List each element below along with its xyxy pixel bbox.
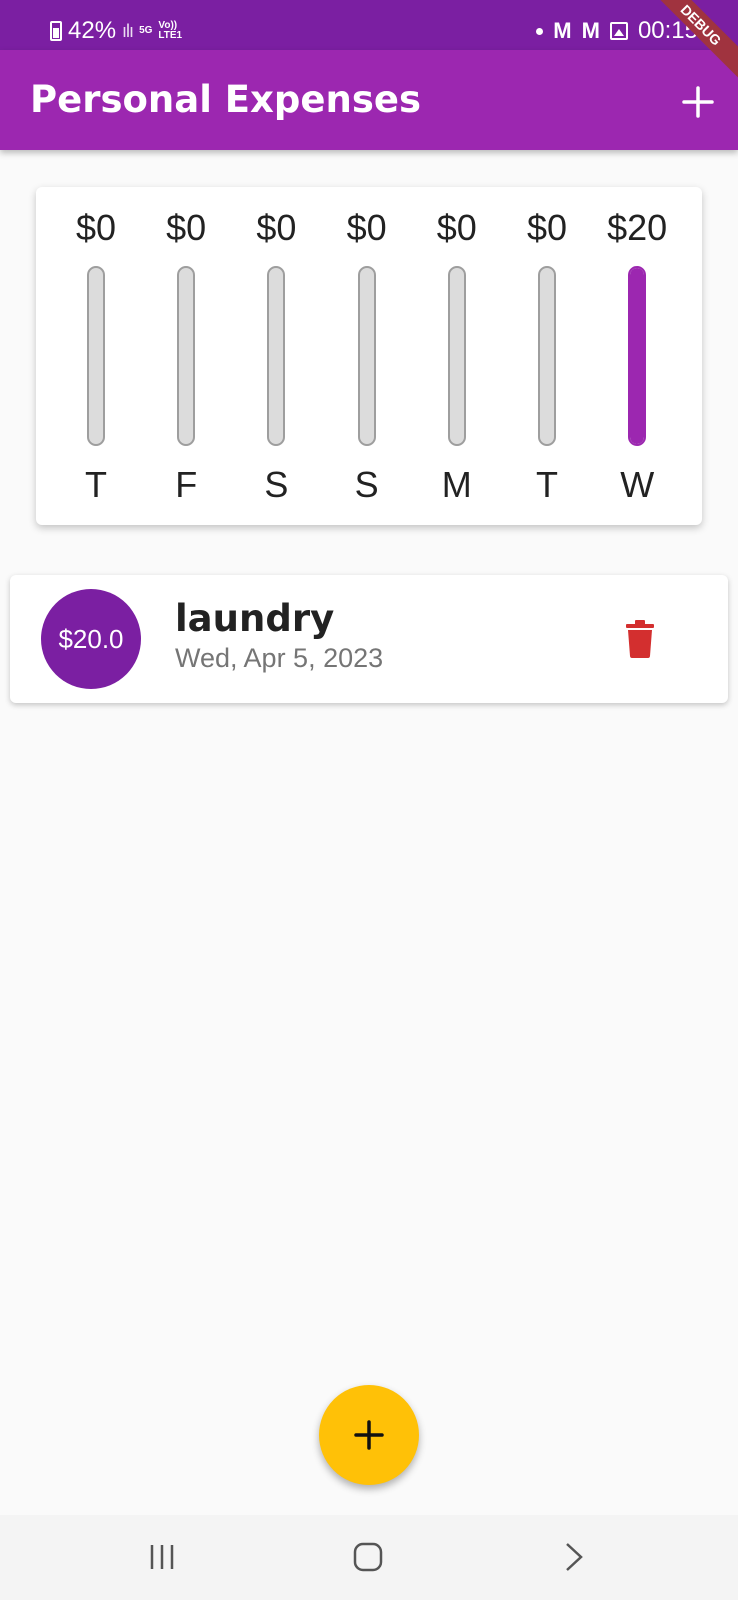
bar-track [357,266,376,446]
back-icon [566,1543,583,1571]
chart-bar-column: $0 T [502,187,592,525]
transaction-title: laundry [175,597,335,640]
plus-icon [354,1420,384,1450]
bar-track [628,266,647,446]
bar-day-label: W [620,464,655,505]
bar-amount-label: $0 [256,207,297,248]
home-button[interactable] [338,1535,398,1579]
status-bar: 42% ılı 5G Vo)) LTE1 M M 00:15 [0,0,738,50]
bar-amount-label: $0 [346,207,387,248]
chart-bar-column: $0 F [141,187,231,525]
add-fab-button[interactable] [319,1385,419,1485]
bar-day-label: S [354,464,379,505]
transaction-date: Wed, Apr 5, 2023 [175,643,384,673]
lte-label: LTE1 [158,30,183,41]
page-title: Personal Expenses [30,78,421,121]
home-icon [353,1542,383,1572]
network-5g-icon: 5G [139,26,152,36]
bar-fill [630,268,645,444]
recent-apps-button[interactable] [132,1535,192,1579]
bar-amount-label: $0 [436,207,477,248]
amount-label: $20.0 [58,623,124,654]
network-type: 5G [139,25,153,36]
app-bar: Personal Expenses [0,50,738,150]
signal-icon: ılı [122,20,134,41]
bar-amount-label: $0 [166,207,207,248]
status-left: 42% ılı 5G Vo)) LTE1 [50,17,182,45]
bar-day-label: F [175,464,198,505]
chart-bar-column: $0 M [412,187,502,525]
status-right: M M 00:15 [536,17,698,45]
battery-percent: 42% [68,17,117,44]
gmail-icon: M [553,18,572,43]
add-transaction-button[interactable] [676,80,720,124]
bar-track [87,266,105,446]
bar-amount-label: $0 [75,207,117,248]
bar-track [267,266,286,446]
back-button[interactable] [544,1535,604,1579]
system-nav-bar [0,1515,738,1600]
bar-amount-label: $0 [526,207,568,248]
bar-day-label: S [264,464,289,505]
gallery-icon [609,22,628,40]
delete-button[interactable] [622,619,658,659]
amount-avatar: $20.0 [41,589,141,689]
bar-day-label: T [85,464,107,505]
weekly-chart: $0 T $0 F $0 S $0 S $0 M $0 T $20 W [36,187,702,525]
gmail-icon: M [581,18,600,43]
volte-icon: Vo)) LTE1 [158,21,182,41]
list-item: $20.0 laundry Wed, Apr 5, 2023 [10,575,728,703]
bar-track [177,266,196,446]
battery-icon [50,21,62,41]
bar-day-label: T [536,464,558,505]
bar-track [538,266,556,446]
notification-dot-icon [536,27,544,35]
trash-icon [626,620,654,658]
bar-track [447,266,466,446]
chart-bar-column: $0 T [51,187,141,525]
recent-apps-icon [150,1545,174,1569]
bar-amount-label: $20 [607,207,668,248]
bar-day-label: M [441,464,472,505]
chart-bar-column: $0 S [322,187,412,525]
chart-bar-column: $20 W [592,187,682,525]
chart-bar-column: $0 S [231,187,321,525]
plus-icon [682,86,714,118]
